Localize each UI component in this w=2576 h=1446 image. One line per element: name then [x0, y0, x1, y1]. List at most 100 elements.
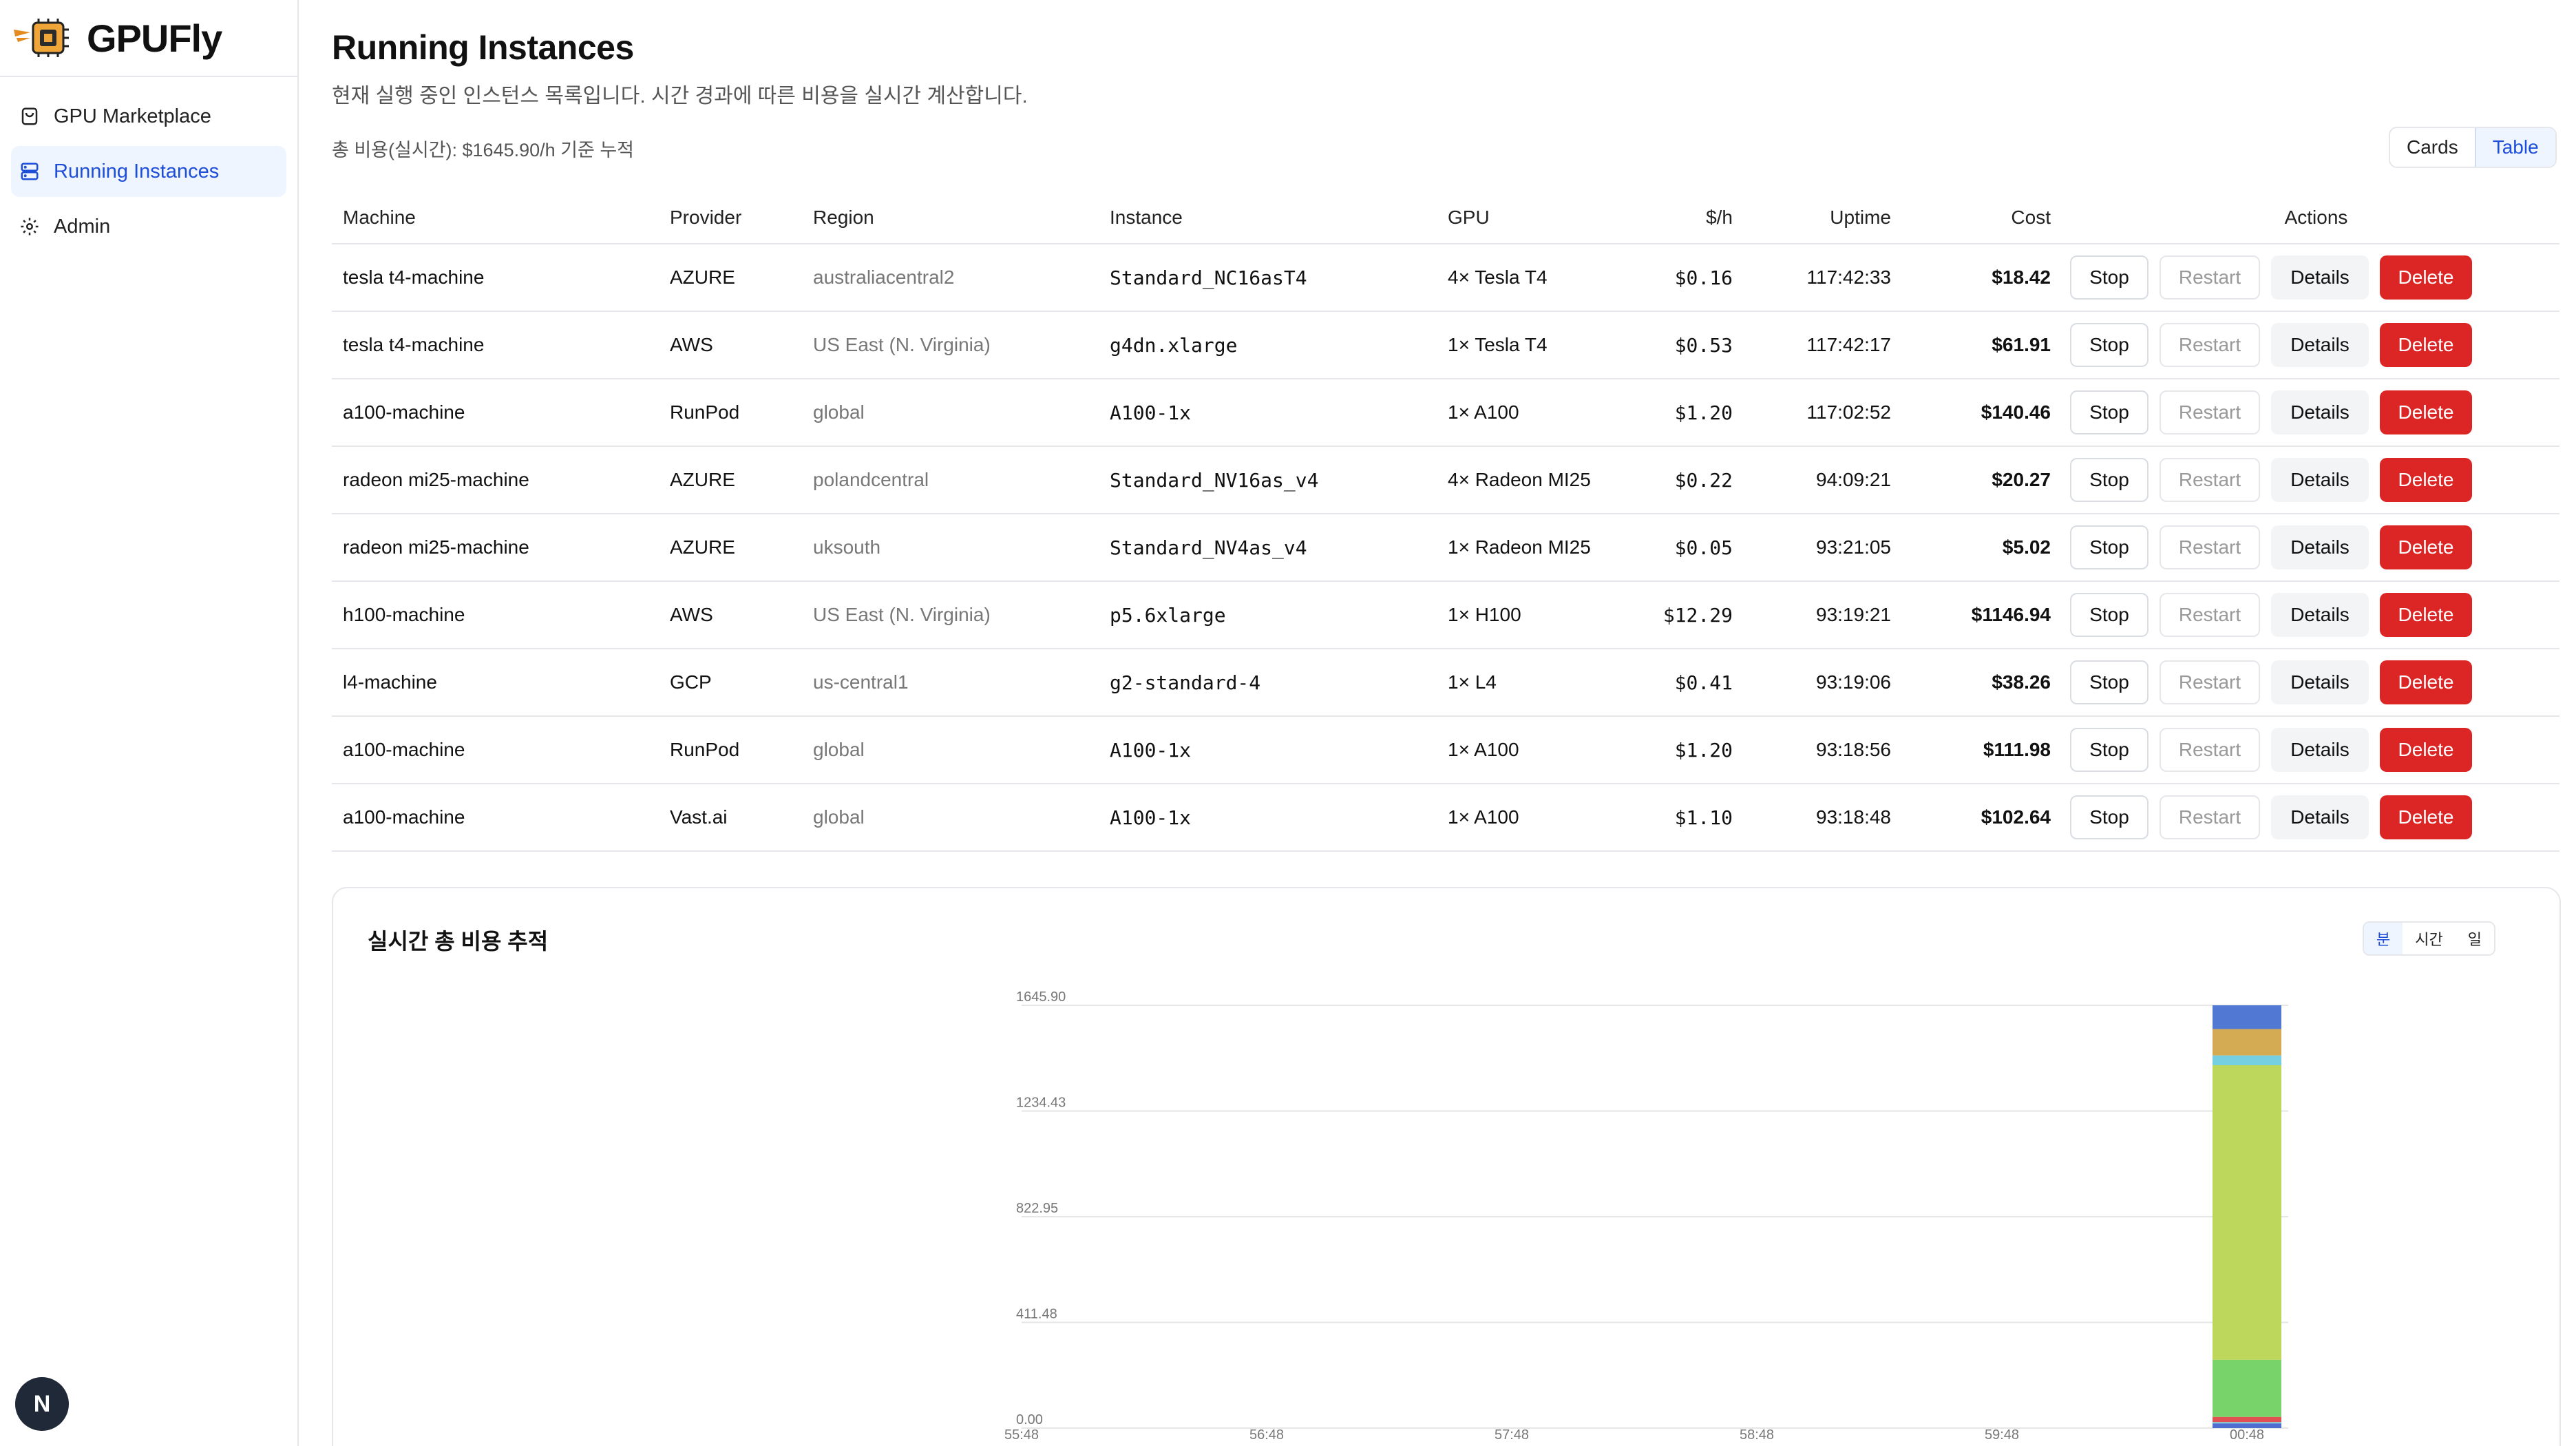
- cell-gpu: 1× H100: [1437, 581, 1636, 649]
- delete-button[interactable]: Delete: [2380, 323, 2472, 367]
- stop-button[interactable]: Stop: [2070, 525, 2149, 569]
- restart-button[interactable]: Restart: [2160, 593, 2260, 637]
- details-button[interactable]: Details: [2271, 458, 2369, 502]
- stop-button[interactable]: Stop: [2070, 795, 2149, 839]
- stop-button[interactable]: Stop: [2070, 323, 2149, 367]
- restart-button[interactable]: Restart: [2160, 728, 2260, 772]
- sidebar: GPUFly GPU Marketplace Running Instances…: [0, 0, 299, 1446]
- delete-button[interactable]: Delete: [2380, 390, 2472, 434]
- table-body: tesla t4-machine AZURE australiacentral2 St…: [332, 244, 2559, 852]
- col-rate[interactable]: $/h: [1636, 191, 1744, 244]
- delete-button[interactable]: Delete: [2380, 728, 2472, 772]
- cell-region: global: [802, 784, 1099, 852]
- avatar[interactable]: N: [15, 1377, 69, 1431]
- table-header-row: Machine Provider Region Instance GPU $/h…: [332, 191, 2559, 244]
- cell-provider: RunPod: [659, 379, 802, 447]
- col-gpu[interactable]: GPU: [1437, 191, 1636, 244]
- delete-button[interactable]: Delete: [2380, 255, 2472, 300]
- row-actions: Stop Restart Details Delete: [2070, 390, 2559, 434]
- cell-rate: $1.20: [1636, 379, 1744, 447]
- cell-cost: $20.27: [1902, 446, 2062, 514]
- col-region[interactable]: Region: [802, 191, 1099, 244]
- sidebar-item-gpu-marketplace[interactable]: GPU Marketplace: [11, 91, 286, 142]
- table-row: a100-machine RunPod global A100-1x 1× A100 $1…: [332, 379, 2559, 447]
- delete-button[interactable]: Delete: [2380, 795, 2472, 839]
- cell-cost: $1146.94: [1902, 581, 2062, 649]
- cell-region: global: [802, 379, 1099, 447]
- cell-actions: Stop Restart Details Delete: [2062, 446, 2559, 514]
- stop-button[interactable]: Stop: [2070, 458, 2149, 502]
- cell-uptime: 117:42:33: [1744, 244, 1902, 312]
- cell-instance: Standard_NV4as_v4: [1099, 514, 1437, 582]
- row-actions: Stop Restart Details Delete: [2070, 660, 2559, 704]
- sidebar-item-label: Admin: [54, 215, 111, 238]
- details-button[interactable]: Details: [2271, 525, 2369, 569]
- table-row: radeon mi25-machine AZURE uksouth Standard_…: [332, 514, 2559, 582]
- delete-button[interactable]: Delete: [2380, 458, 2472, 502]
- col-cost[interactable]: Cost: [1902, 191, 2062, 244]
- cell-rate: $0.41: [1636, 649, 1744, 717]
- page-subtitle: 현재 실행 중인 인스턴스 목록입니다. 시간 경과에 따른 비용을 실시간 계…: [332, 85, 1028, 107]
- restart-button[interactable]: Restart: [2160, 255, 2260, 300]
- restart-button[interactable]: Restart: [2160, 323, 2260, 367]
- page-title: Running Instances: [332, 28, 634, 67]
- cell-rate: $0.53: [1636, 311, 1744, 379]
- table-row: l4-machine GCP us-central1 g2-standard-4 1× …: [332, 649, 2559, 717]
- view-cards-button[interactable]: Cards: [2390, 128, 2475, 167]
- sidebar-item-label: Running Instances: [54, 160, 220, 182]
- delete-button[interactable]: Delete: [2380, 525, 2472, 569]
- x-tick-label: 58:48: [1740, 1427, 1774, 1443]
- cell-actions: Stop Restart Details Delete: [2062, 581, 2559, 649]
- sidebar-item-admin[interactable]: Admin: [11, 201, 286, 252]
- delete-button[interactable]: Delete: [2380, 660, 2472, 704]
- col-actions: Actions: [2062, 191, 2559, 244]
- details-button[interactable]: Details: [2271, 323, 2369, 367]
- stop-button[interactable]: Stop: [2070, 728, 2149, 772]
- restart-button[interactable]: Restart: [2160, 525, 2260, 569]
- col-uptime[interactable]: Uptime: [1744, 191, 1902, 244]
- sidebar-nav: GPU Marketplace Running Instances Admin: [0, 77, 297, 270]
- table-row: h100-machine AWS US East (N. Virginia) p5.6…: [332, 581, 2559, 649]
- details-button[interactable]: Details: [2271, 660, 2369, 704]
- cell-uptime: 93:21:05: [1744, 514, 1902, 582]
- cell-cost: $38.26: [1902, 649, 2062, 717]
- cell-machine: radeon mi25-machine: [332, 514, 659, 582]
- stop-button[interactable]: Stop: [2070, 593, 2149, 637]
- stop-button[interactable]: Stop: [2070, 660, 2149, 704]
- details-button[interactable]: Details: [2271, 390, 2369, 434]
- col-instance[interactable]: Instance: [1099, 191, 1437, 244]
- cell-instance: A100-1x: [1099, 379, 1437, 447]
- stop-button[interactable]: Stop: [2070, 390, 2149, 434]
- y-tick-label: 0.00: [1016, 1412, 1043, 1427]
- restart-button[interactable]: Restart: [2160, 458, 2260, 502]
- col-provider[interactable]: Provider: [659, 191, 802, 244]
- app-root: GPUFly GPU Marketplace Running Instances…: [0, 0, 2576, 1446]
- details-button[interactable]: Details: [2271, 593, 2369, 637]
- row-actions: Stop Restart Details Delete: [2070, 323, 2559, 367]
- view-table-button[interactable]: Table: [2474, 128, 2555, 167]
- details-button[interactable]: Details: [2271, 795, 2369, 839]
- cell-gpu: 1× Tesla T4: [1437, 311, 1636, 379]
- cell-cost: $111.98: [1902, 716, 2062, 784]
- cell-uptime: 93:18:48: [1744, 784, 1902, 852]
- cell-rate: $1.20: [1636, 716, 1744, 784]
- delete-button[interactable]: Delete: [2380, 593, 2472, 637]
- restart-button[interactable]: Restart: [2160, 795, 2260, 839]
- cell-rate: $12.29: [1636, 581, 1744, 649]
- cell-gpu: 1× A100: [1437, 784, 1636, 852]
- details-button[interactable]: Details: [2271, 728, 2369, 772]
- details-button[interactable]: Details: [2271, 255, 2369, 300]
- cell-uptime: 117:02:52: [1744, 379, 1902, 447]
- restart-button[interactable]: Restart: [2160, 390, 2260, 434]
- cell-uptime: 93:19:21: [1744, 581, 1902, 649]
- sidebar-item-running-instances[interactable]: Running Instances: [11, 146, 286, 197]
- bar-segment: [2213, 1029, 2281, 1056]
- cost-chart: 0.00 411.48 822.95 1234.43 1645.90 55:48 56:48…: [1004, 989, 2288, 1443]
- col-machine[interactable]: Machine: [332, 191, 659, 244]
- cell-provider: Vast.ai: [659, 784, 802, 852]
- restart-button[interactable]: Restart: [2160, 660, 2260, 704]
- cell-instance: p5.6xlarge: [1099, 581, 1437, 649]
- row-actions: Stop Restart Details Delete: [2070, 525, 2559, 569]
- stop-button[interactable]: Stop: [2070, 255, 2149, 300]
- sidebar-item-label: GPU Marketplace: [54, 105, 211, 127]
